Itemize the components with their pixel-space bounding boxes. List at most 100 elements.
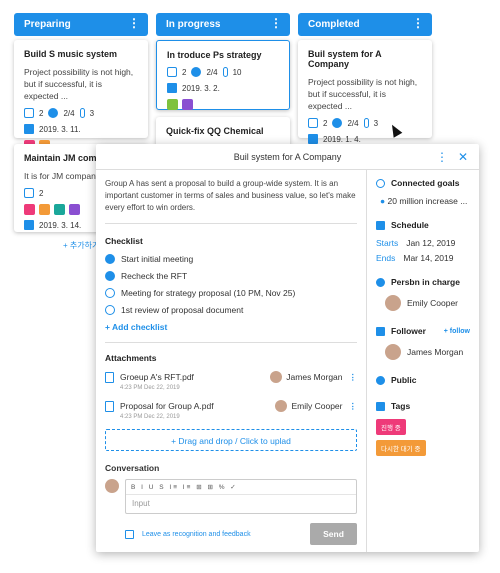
calendar-icon (308, 134, 318, 144)
globe-icon (376, 375, 385, 385)
checklist-item[interactable]: 1st review of proposal document (105, 305, 357, 315)
label-orange (39, 204, 50, 215)
calendar-icon (376, 220, 385, 230)
card-date-row: 2019. 1. 4. (308, 134, 422, 144)
comment-editor: B I U S I≡ I≡ ⊞ ⊞ % ✓ Input (105, 479, 357, 514)
schedule-end[interactable]: Ends Mar 14, 2019 (376, 253, 470, 263)
follow-button[interactable]: + follow (444, 328, 470, 335)
tag-icon (376, 401, 385, 411)
card-desc: Project possibility is not high, but if … (308, 77, 418, 111)
target-icon (376, 178, 385, 188)
column-title: In progress (166, 19, 221, 30)
check-icon (332, 118, 343, 128)
column-title: Completed (308, 19, 360, 30)
card-meta: 2 2/4 10 (167, 67, 279, 77)
comment-input[interactable]: Input (126, 495, 356, 512)
upload-dropzone[interactable]: + Drag and drop / Click to uplad (105, 429, 357, 451)
attachment-icon (222, 67, 228, 77)
card-meta: 2 2/4 3 (24, 108, 138, 118)
tag-item[interactable]: 다시한 대기 중 (376, 440, 426, 456)
checkbox-checked-icon[interactable] (105, 254, 115, 264)
checklist-item[interactable]: Meeting for strategy proposal (10 PM, No… (105, 288, 357, 298)
comment-icon (167, 67, 177, 77)
follower[interactable]: James Morgan (385, 344, 470, 360)
file-icon (105, 400, 114, 412)
card-title: Quick-fix QQ Chemical (166, 126, 264, 136)
person-heading: Persbn in charge (376, 277, 470, 287)
close-icon[interactable]: ✕ (458, 150, 468, 164)
more-icon[interactable]: ⋮ (436, 150, 448, 164)
visibility[interactable]: Public (376, 375, 470, 385)
attachment-icon (363, 118, 369, 128)
checkbox-icon[interactable] (105, 288, 115, 298)
column-title: Preparing (24, 19, 71, 30)
task-card[interactable]: Quick-fix QQ Chemical (156, 117, 290, 147)
card-title: Buil system for A Company (308, 49, 382, 69)
tags-heading: Tags (376, 401, 470, 411)
label-purple (69, 204, 80, 215)
check-icon (191, 67, 202, 77)
checkbox-checked-icon[interactable] (105, 271, 115, 281)
add-checklist-button[interactable]: + Add checklist (105, 322, 357, 343)
column-header-preparing: Preparing ⋮ (14, 13, 148, 36)
comment-icon (308, 118, 318, 128)
comment-box[interactable]: B I U S I≡ I≡ ⊞ ⊞ % ✓ Input (125, 479, 357, 514)
modal-sidebar: Connected goals ● 20 million increase ..… (366, 170, 479, 552)
attachment-row[interactable]: Proposal for Group A.pdf Emily Cooper ⋮ (105, 400, 357, 412)
checklist-item[interactable]: Start initial meeting (105, 254, 357, 264)
send-row: Leave as recognition and feedback Send (105, 523, 357, 545)
column-header-completed: Completed ⋮ (298, 13, 432, 36)
more-icon[interactable]: ⋮ (412, 17, 424, 29)
modal-main: Group A has sent a proposal to build a g… (96, 170, 366, 552)
calendar-icon (167, 83, 177, 93)
tag-item[interactable]: 진행 중 (376, 419, 406, 435)
more-icon[interactable]: ⋮ (349, 401, 358, 412)
checkbox-icon[interactable] (125, 529, 134, 539)
checklist-heading: Checklist (105, 236, 143, 246)
label-teal (54, 204, 65, 215)
checkbox-icon[interactable] (105, 305, 115, 315)
card-title: Build S music system (24, 49, 118, 59)
label-pink (24, 204, 35, 215)
column-header-in-progress: In progress ⋮ (156, 13, 290, 36)
checklist-item[interactable]: Recheck the RFT (105, 271, 357, 281)
schedule-start[interactable]: Starts Jan 12, 2019 (376, 238, 470, 248)
label-purple (182, 99, 193, 110)
person-in-charge[interactable]: Emily Cooper (385, 295, 470, 311)
task-card[interactable]: Buil system for A Company Project possib… (298, 40, 432, 161)
label-green (167, 99, 178, 110)
goals-heading: Connected goals (376, 178, 470, 188)
more-icon[interactable]: ⋮ (128, 17, 140, 29)
avatar (105, 479, 119, 493)
card-meta: 2 2/4 3 (308, 118, 422, 128)
task-card[interactable]: Build S music system Project possibility… (14, 40, 148, 151)
person-icon (376, 277, 385, 287)
attachments-heading: Attachments (105, 353, 157, 363)
calendar-icon (24, 220, 34, 230)
avatar (275, 400, 288, 412)
follower-heading: Follower + follow (376, 326, 470, 336)
format-toolbar[interactable]: B I U S I≡ I≡ ⊞ ⊞ % ✓ (126, 480, 356, 495)
modal-header: Buil system for A Company ⋮ ✕ (96, 144, 479, 170)
attachment-icon (79, 108, 85, 118)
card-date-row: 2019. 3. 2. (167, 83, 279, 93)
task-card[interactable]: In troduce Ps strategy 2 2/4 10 2019. 3.… (156, 40, 290, 110)
card-date-row: 2019. 3. 11. (24, 124, 138, 134)
label-swatches (167, 99, 279, 110)
add-card-button[interactable]: + 추가하기 (63, 240, 99, 251)
goal-item[interactable]: ● 20 million increase ... (376, 196, 470, 206)
avatar (385, 295, 401, 311)
more-icon[interactable]: ⋮ (349, 372, 358, 383)
send-button[interactable]: Send (310, 523, 357, 545)
task-detail-modal: Buil system for A Company ⋮ ✕ Group A ha… (96, 144, 479, 552)
more-icon[interactable]: ⋮ (270, 17, 282, 29)
check-icon (48, 108, 59, 118)
comment-icon (24, 108, 34, 118)
card-desc: Project possibility is not high, but if … (24, 67, 134, 101)
attachment-row[interactable]: Groeup A's RFT.pdf James Morgan ⋮ (105, 371, 357, 383)
attachment-time: 4:23 PM Dec 22, 2019 (120, 385, 180, 391)
comment-icon (24, 188, 34, 198)
modal-title: Buil system for A Company (233, 152, 342, 162)
schedule-heading: Schedule (376, 220, 470, 230)
avatar (385, 344, 401, 360)
